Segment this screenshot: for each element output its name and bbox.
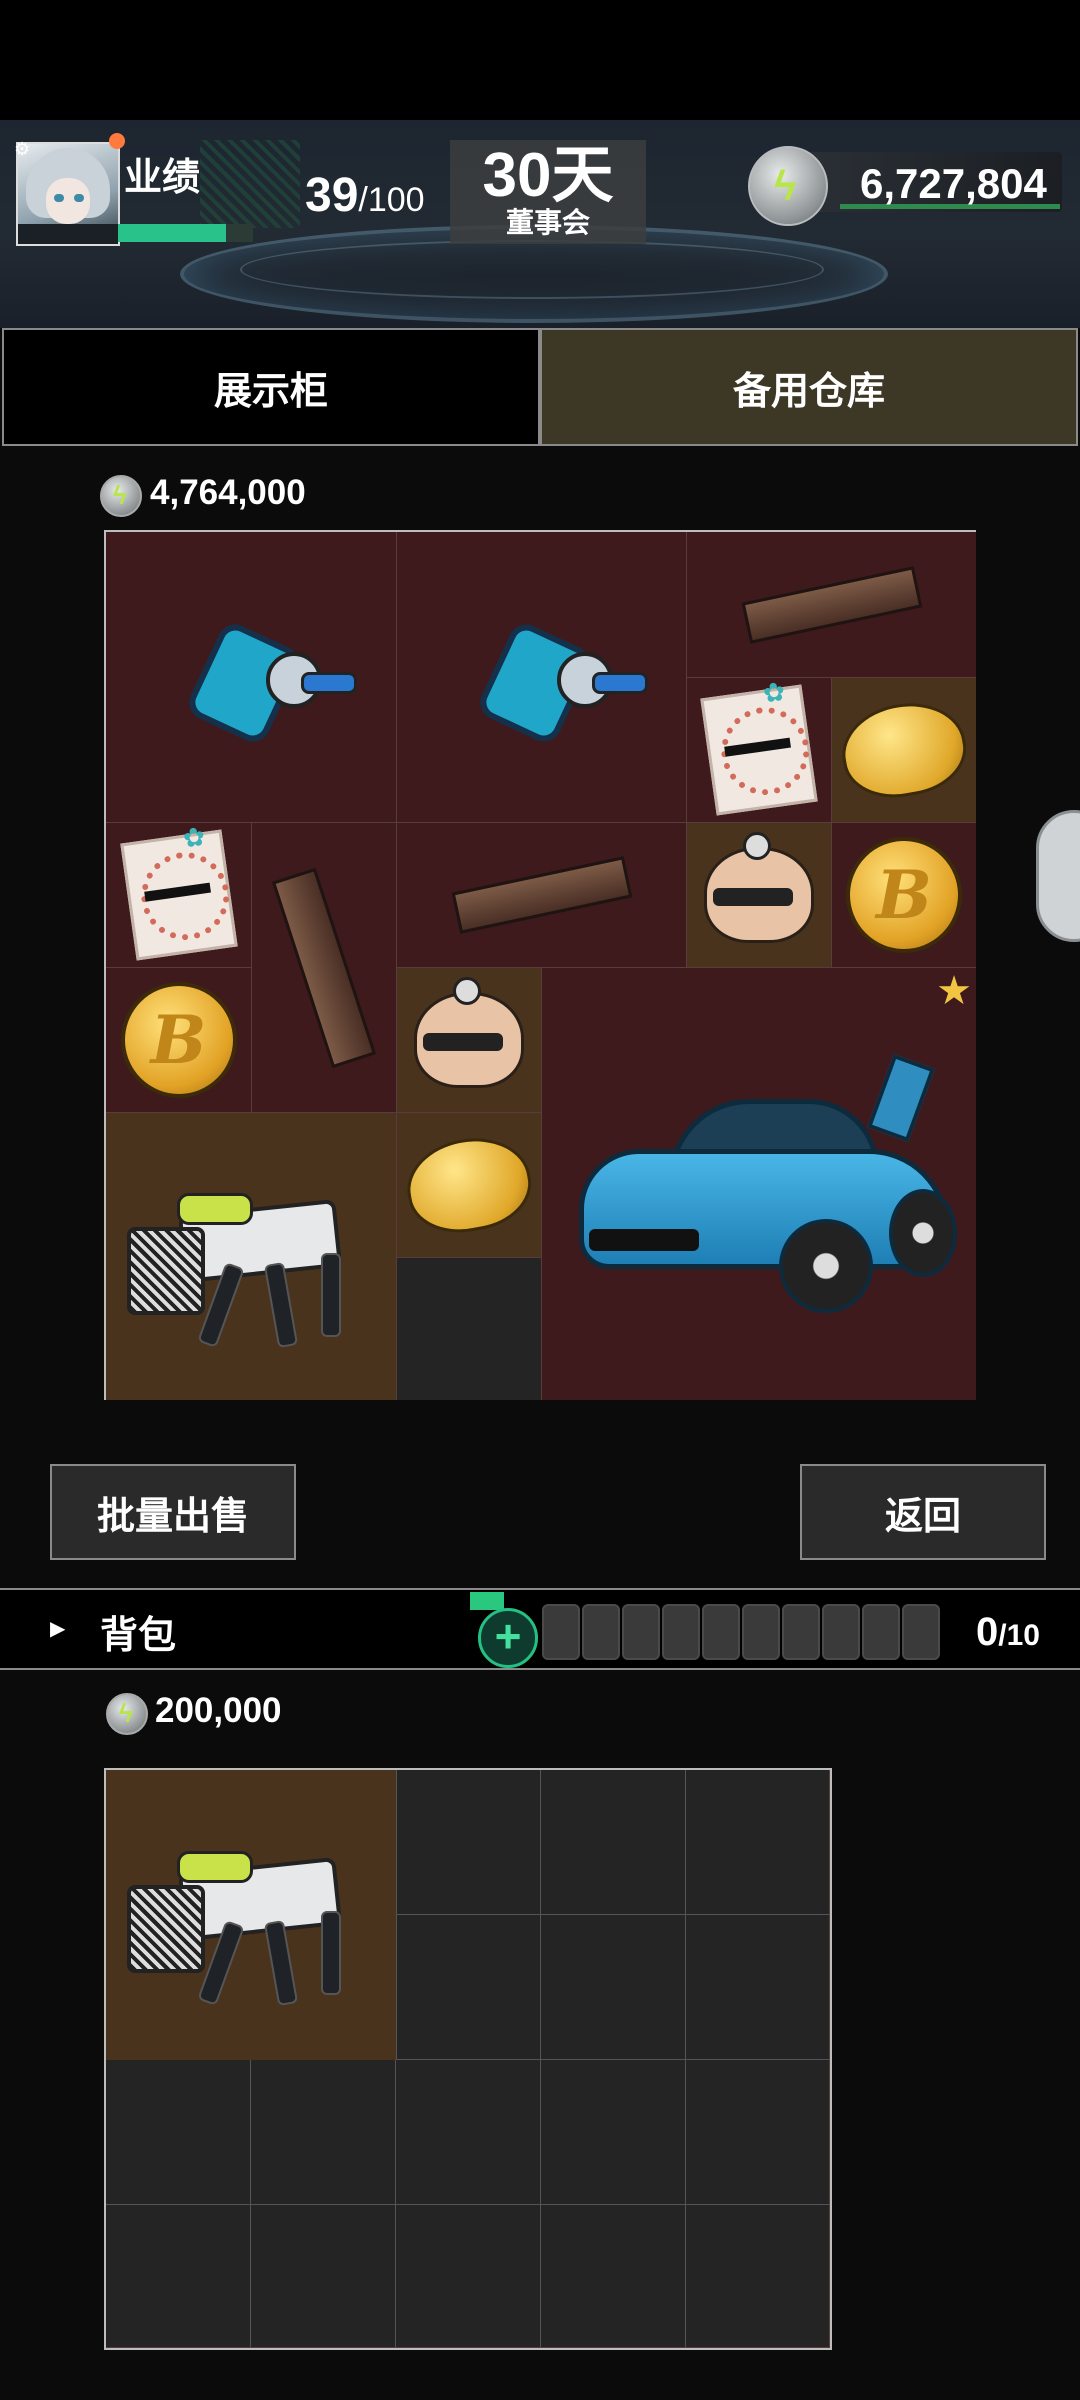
storage-grid: ✿ ✿ B B ★ bbox=[104, 530, 976, 1400]
board-label: 董事会 bbox=[505, 207, 590, 238]
backpack-empty-cell[interactable] bbox=[541, 1770, 686, 1915]
storage-empty-cell[interactable] bbox=[396, 1257, 541, 1400]
performance-value: 39/100 bbox=[305, 169, 425, 222]
backpack-empty-cell[interactable] bbox=[686, 1770, 830, 1915]
backpack-empty-cell[interactable] bbox=[686, 2060, 830, 2205]
storage-item-golden-bun[interactable] bbox=[831, 677, 976, 822]
storage-item-chocolate-bar[interactable] bbox=[396, 822, 686, 967]
slot-add-flag bbox=[470, 1592, 504, 1610]
platform-ring-inner bbox=[240, 240, 824, 299]
backpack-empty-cell[interactable] bbox=[396, 1770, 541, 1915]
storage-item-greeting-card[interactable]: ✿ bbox=[106, 821, 251, 967]
backpack-empty-cell[interactable] bbox=[106, 2060, 251, 2205]
storage-item-robot-drone[interactable] bbox=[106, 532, 396, 822]
chocolate-bar-icon bbox=[451, 856, 632, 934]
backpack-empty-cell[interactable] bbox=[251, 2205, 396, 2348]
plus-icon[interactable]: + bbox=[478, 1608, 538, 1668]
backpack-grid bbox=[104, 1768, 832, 2350]
backpack-slot bbox=[822, 1604, 860, 1660]
chocolate-bar-icon bbox=[741, 565, 922, 644]
tab-bar: 展示柜 备用仓库 bbox=[0, 328, 1080, 450]
robot-dog-icon bbox=[121, 1825, 381, 2007]
storage-item-sports-car[interactable]: ★ bbox=[541, 967, 976, 1400]
toy-head-icon bbox=[704, 832, 814, 943]
backpack-empty-cell[interactable] bbox=[541, 1915, 686, 2060]
chocolate-bar-icon bbox=[271, 867, 377, 1068]
backpack-empty-cell[interactable] bbox=[686, 1915, 830, 2060]
return-button[interactable]: 返回 bbox=[800, 1464, 1046, 1560]
storage-item-chocolate-bar[interactable] bbox=[686, 532, 976, 677]
storage-item-robot-dog[interactable] bbox=[106, 1112, 396, 1400]
storage-value: 4,764,000 bbox=[150, 473, 306, 512]
robot-dog-icon bbox=[121, 1167, 381, 1348]
backpack-empty-cell[interactable] bbox=[106, 2205, 251, 2348]
play-arrow-icon[interactable]: ▶ bbox=[50, 1616, 65, 1641]
storage-item-bitcoin[interactable]: B bbox=[106, 967, 251, 1112]
backpack-value: 200,000 bbox=[155, 1691, 282, 1730]
notification-dot bbox=[109, 133, 125, 149]
robot-drone-icon bbox=[462, 618, 648, 748]
greeting-card-icon: ✿ bbox=[119, 821, 238, 961]
coin-bolt-icon: ϟ bbox=[106, 1693, 148, 1735]
golden-bun-icon bbox=[399, 1128, 539, 1242]
storage-item-robot-drone[interactable] bbox=[396, 532, 686, 822]
backpack-slot bbox=[782, 1604, 820, 1660]
storage-item-golden-bun[interactable] bbox=[396, 1112, 541, 1257]
backpack-slot bbox=[542, 1604, 580, 1660]
backpack-slot bbox=[662, 1604, 700, 1660]
golden-bun-icon bbox=[834, 693, 974, 807]
backpack-empty-cell[interactable] bbox=[541, 2205, 686, 2348]
side-floating-button[interactable] bbox=[1036, 810, 1080, 942]
backpack-title: 背包 bbox=[100, 1615, 177, 1657]
storage-item-greeting-card[interactable]: ✿ bbox=[686, 676, 831, 822]
backpack-empty-cell[interactable] bbox=[541, 2060, 686, 2205]
board-days-badge[interactable]: 30天 董事会 bbox=[450, 140, 646, 244]
bitcoin-icon: B bbox=[846, 837, 962, 953]
backpack-empty-cell[interactable] bbox=[686, 2205, 830, 2348]
backpack-item-robot-dog[interactable] bbox=[106, 1770, 396, 2060]
sports-car-icon bbox=[559, 1053, 959, 1313]
backpack-slot bbox=[702, 1604, 740, 1660]
backpack-slot bbox=[582, 1604, 620, 1660]
tab-storage[interactable]: 备用仓库 bbox=[540, 328, 1078, 446]
performance-label: 业绩 bbox=[124, 157, 201, 199]
backpack-slot bbox=[902, 1604, 940, 1660]
status-bar bbox=[0, 0, 1080, 120]
storage-item-chocolate-bar[interactable] bbox=[251, 822, 396, 1112]
robot-drone-icon bbox=[171, 618, 357, 748]
storage-item-toy-head[interactable] bbox=[686, 822, 831, 967]
bulk-sell-button[interactable]: 批量出售 bbox=[50, 1464, 296, 1560]
performance-decoration bbox=[200, 140, 300, 228]
backpack-empty-cell[interactable] bbox=[251, 2060, 396, 2205]
coin-bolt-icon: ϟ bbox=[748, 146, 828, 226]
backpack-slot-count: 0/10 bbox=[976, 1610, 1040, 1654]
tab-showcase[interactable]: 展示柜 bbox=[2, 328, 540, 446]
performance-progress-fill bbox=[118, 224, 226, 242]
backpack-slot bbox=[862, 1604, 900, 1660]
backpack-empty-cell[interactable] bbox=[396, 2205, 541, 2348]
coin-balance: 6,727,804 bbox=[860, 160, 1047, 207]
storage-item-bitcoin[interactable]: B bbox=[831, 822, 976, 967]
gear-icon[interactable]: ⚙ bbox=[14, 140, 32, 158]
backpack-empty-cell[interactable] bbox=[396, 2060, 541, 2205]
backpack-empty-cell[interactable] bbox=[396, 1915, 541, 2060]
star-icon: ★ bbox=[936, 969, 972, 1013]
bitcoin-icon: B bbox=[120, 982, 237, 1098]
greeting-card-icon: ✿ bbox=[700, 676, 818, 816]
toy-head-icon bbox=[414, 977, 524, 1088]
backpack-slot bbox=[742, 1604, 780, 1660]
backpack-slot bbox=[622, 1604, 660, 1660]
storage-item-toy-head[interactable] bbox=[396, 967, 541, 1112]
coin-bolt-icon: ϟ bbox=[100, 475, 142, 517]
days-remaining: 30天 bbox=[482, 141, 614, 210]
